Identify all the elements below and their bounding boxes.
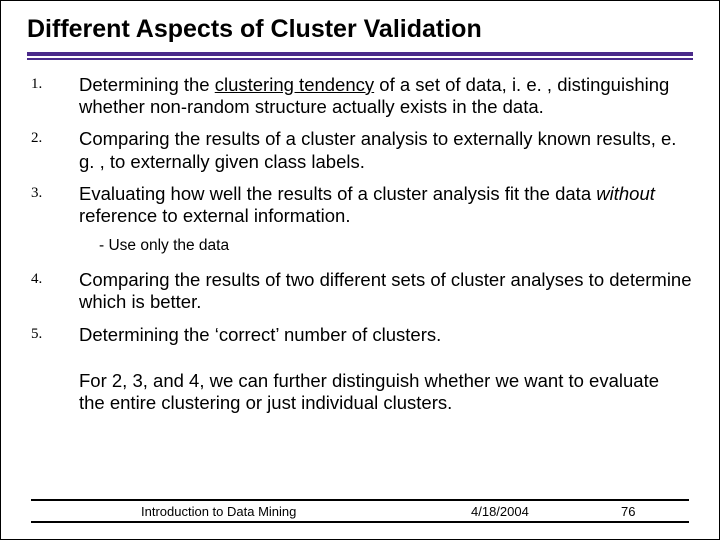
item-number: 1. — [31, 74, 79, 118]
slide: Different Aspects of Cluster Validation … — [0, 0, 720, 540]
footer-title: Introduction to Data Mining — [141, 504, 296, 519]
item-text: Determining the clustering tendency of a… — [79, 74, 693, 118]
footer-page: 76 — [621, 504, 635, 519]
list-item: 2. Comparing the results of a cluster an… — [31, 128, 693, 172]
item-text: Comparing the results of a cluster analy… — [79, 128, 693, 172]
footer-date: 4/18/2004 — [471, 504, 529, 519]
item-text: Comparing the results of two different s… — [79, 269, 693, 313]
divider-thick — [27, 52, 693, 56]
text-underline: clustering tendency — [215, 74, 374, 95]
item-number: 2. — [31, 128, 79, 172]
list-item: 4. Comparing the results of two differen… — [31, 269, 693, 313]
divider-thin — [27, 58, 693, 60]
footer: Introduction to Data Mining 4/18/2004 76 — [31, 499, 689, 523]
summary-text: For 2, 3, and 4, we can further distingu… — [79, 370, 693, 414]
list-item: 1. Determining the clustering tendency o… — [31, 74, 693, 118]
list-item: 5. Determining the ‘correct’ number of c… — [31, 324, 693, 346]
item-text: Evaluating how well the results of a clu… — [79, 183, 693, 227]
item-text: Determining the ‘correct’ number of clus… — [79, 324, 693, 346]
text-segment: Determining the — [79, 74, 215, 95]
sub-bullet: - Use only the data — [99, 237, 693, 255]
item-number: 5. — [31, 324, 79, 346]
slide-title: Different Aspects of Cluster Validation — [27, 15, 693, 44]
text-segment: reference to external information. — [79, 205, 350, 226]
item-number: 4. — [31, 269, 79, 313]
content-area: 1. Determining the clustering tendency o… — [27, 74, 693, 414]
list-item: 3. Evaluating how well the results of a … — [31, 183, 693, 227]
text-italic: without — [596, 183, 655, 204]
item-number: 3. — [31, 183, 79, 227]
text-segment: Evaluating how well the results of a clu… — [79, 183, 596, 204]
